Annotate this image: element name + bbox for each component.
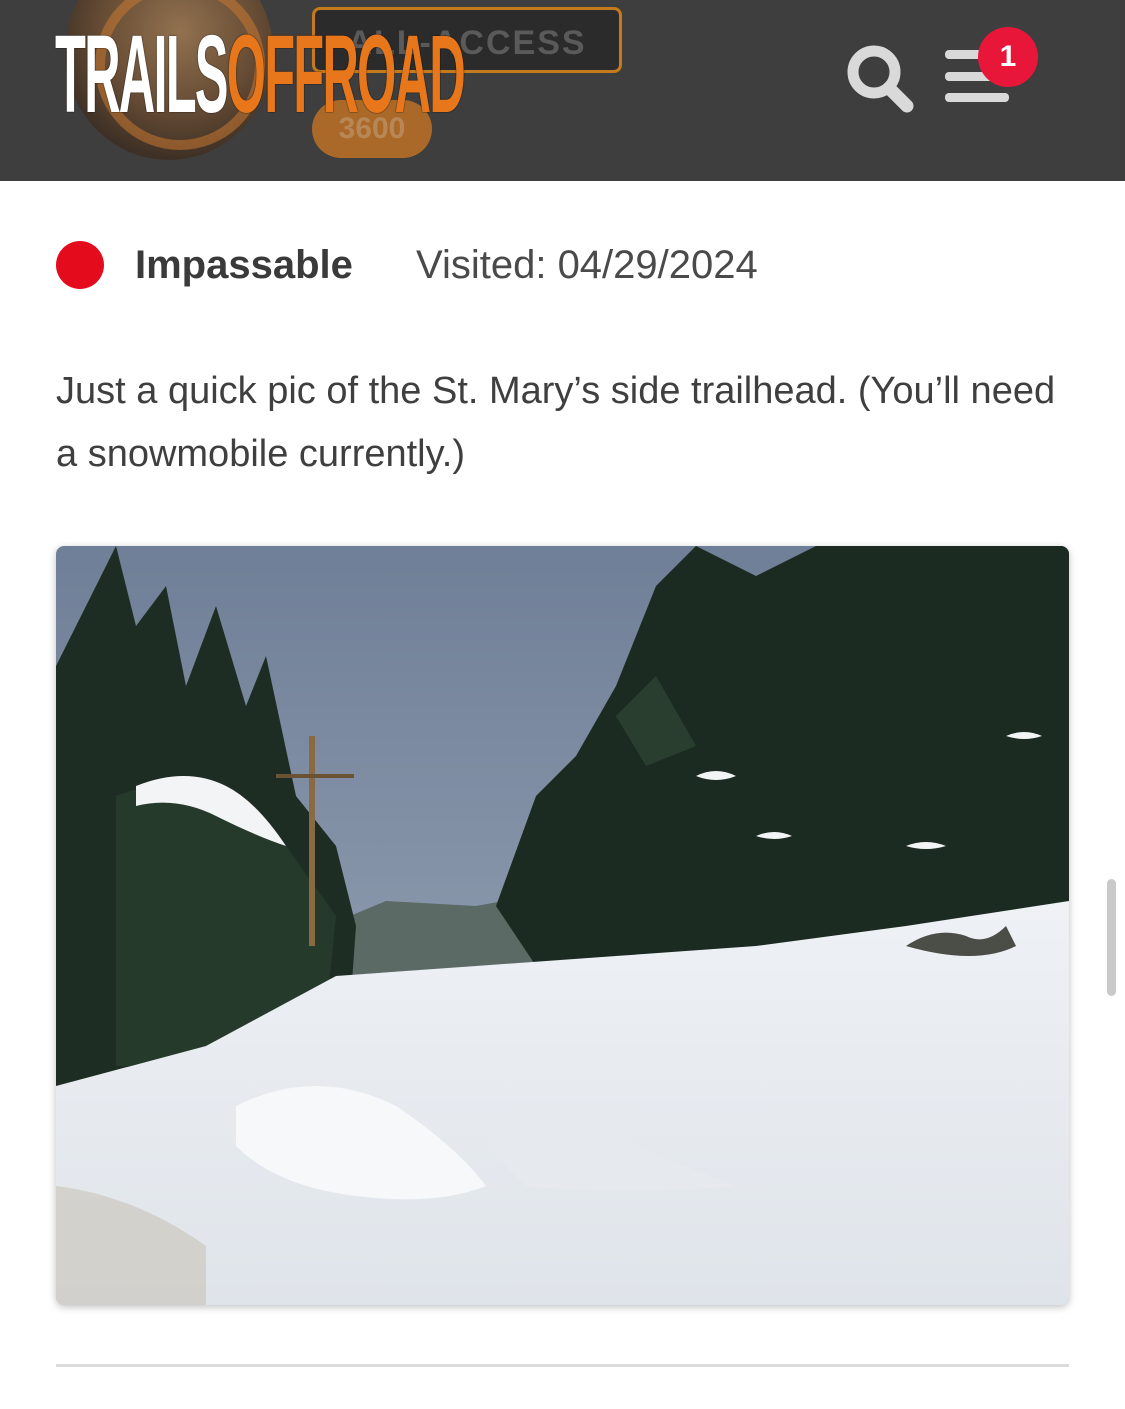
search-button[interactable]: [843, 42, 915, 114]
visited-date: Visited: 04/29/2024: [416, 243, 758, 287]
logo-part-trails: TRAILS: [55, 13, 229, 136]
logo-part-offroad: OFFROAD: [226, 13, 466, 136]
trail-photo[interactable]: [56, 546, 1069, 1305]
status-label: Impassable: [135, 243, 353, 287]
search-icon: [847, 45, 914, 113]
report-description: Just a quick pic of the St. Mary’s side …: [56, 370, 1056, 475]
trails-offroad-logo[interactable]: TRAILSOFFROAD: [55, 20, 466, 130]
page-scrollbar[interactable]: [1107, 879, 1116, 996]
notification-badge[interactable]: 1: [978, 27, 1038, 87]
section-divider: [56, 1364, 1069, 1367]
status-indicator-dot: [56, 241, 104, 289]
snowy-trailhead-image: [56, 546, 1069, 1305]
app-header: ALL-ACCESS 3600 TRAILSOFFROAD 1: [0, 0, 1125, 181]
